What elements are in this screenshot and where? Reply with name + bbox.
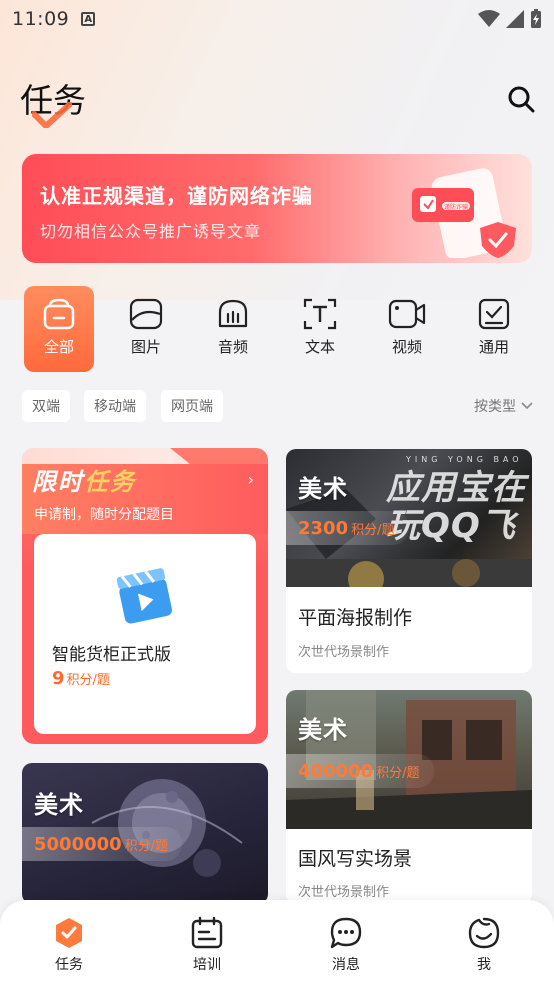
nav-training[interactable]: 培训 [167, 916, 247, 974]
category-video[interactable]: 视频 [372, 286, 442, 372]
audio-icon [218, 299, 248, 328]
points-unit: 积分/题 [376, 765, 420, 781]
poster-overlay-text: 应用宝在 玩QQ飞 [386, 469, 526, 546]
wifi-icon [478, 10, 500, 27]
search-icon[interactable] [506, 84, 536, 114]
category-label: 音频 [217, 338, 248, 356]
nav-label: 任务 [55, 957, 83, 973]
image-icon [129, 298, 163, 330]
task-card[interactable]: 美术 400000 积分/题 国风写实场景 次世代场景制作 [286, 690, 532, 904]
limited-title-a: 限时 [32, 468, 84, 496]
category-image[interactable]: 图片 [111, 286, 181, 372]
points-value: 9 [52, 668, 65, 689]
category-text[interactable]: 文本 [285, 286, 355, 372]
task-thumbnail: 美术 400000 积分/题 [286, 690, 532, 829]
general-icon [478, 298, 510, 330]
signal-icon [506, 10, 524, 28]
category-label: 图片 [130, 338, 161, 356]
category-audio[interactable]: 音频 [198, 286, 268, 372]
points-value: 400000 [298, 760, 374, 782]
training-icon [191, 916, 223, 949]
clapperboard-icon [116, 568, 172, 624]
sort-dropdown[interactable]: 按类型 [474, 396, 534, 416]
banner-subtitle: 切勿相信公众号推广诱导文章 [40, 222, 262, 241]
category-label: 全部 [43, 338, 74, 356]
chip-mobile[interactable]: 移动端 [84, 390, 146, 422]
task-tag: 美术 [298, 475, 348, 503]
category-general[interactable]: 通用 [459, 286, 529, 372]
nav-label: 消息 [332, 957, 360, 973]
task-tag: 美术 [34, 791, 84, 819]
task-points: 5000000 积分/题 [22, 827, 183, 861]
task-tag: 美术 [298, 716, 348, 744]
nav-profile[interactable]: 我 [444, 916, 524, 974]
task-title: 平面海报制作 [298, 607, 413, 629]
status-time: 11:09 [12, 8, 70, 30]
chevron-right-icon[interactable]: › [248, 470, 254, 489]
category-label: 通用 [478, 338, 509, 356]
task-icon [56, 918, 82, 948]
nav-task[interactable]: 任务 [29, 916, 109, 974]
phone-shield-illustration: 谨防诈骗 [412, 168, 516, 258]
points-unit: 积分/题 [351, 522, 395, 538]
limited-task-card[interactable]: 限时任务 › 申请制，随时分配题目 智能货柜正式版 9 积分/题 [22, 448, 268, 744]
limited-item-name: 智能货柜正式版 [52, 645, 171, 665]
title-check-icon [32, 102, 72, 128]
task-points: 2300 积分/题 [286, 511, 409, 545]
a-notification-icon: A [81, 12, 96, 26]
task-points: 400000 积分/题 [286, 754, 434, 788]
category-label: 视频 [391, 338, 422, 356]
points-unit: 积分/题 [66, 673, 110, 688]
task-title: 国风写实场景 [298, 848, 413, 870]
points-unit: 积分/题 [124, 838, 169, 854]
task-thumbnail: YING YONG BAO 应用宝在 玩QQ飞 美术 2300 积分/题 [286, 449, 532, 587]
nav-label: 培训 [193, 957, 221, 973]
video-icon [388, 299, 426, 329]
limited-title-b: 任务 [84, 468, 136, 496]
task-card[interactable]: YING YONG BAO 应用宝在 玩QQ飞 美术 2300 积分/题 平面海… [286, 449, 532, 673]
limited-item[interactable]: 智能货柜正式版 9 积分/题 [34, 534, 256, 734]
chip-dual[interactable]: 双端 [22, 390, 70, 422]
limited-title: 限时任务 [32, 462, 136, 497]
points-value: 2300 [298, 517, 349, 539]
sort-label: 按类型 [474, 399, 516, 415]
profile-icon [468, 917, 500, 949]
nav-label: 我 [477, 957, 491, 973]
status-icons [478, 9, 542, 29]
battery-icon [531, 9, 541, 28]
task-subtitle: 次世代场景制作 [298, 645, 390, 660]
nav-message[interactable]: 消息 [306, 916, 386, 974]
limited-subtitle: 申请制，随时分配题目 [34, 507, 174, 523]
text-icon [303, 298, 337, 330]
chevron-down-icon [521, 402, 533, 410]
limited-item-points: 9 积分/题 [52, 668, 110, 689]
status-bar: 11:09 A [0, 0, 554, 38]
message-icon [330, 917, 362, 949]
banner-title: 认准正规渠道，谨防网络诈骗 [40, 184, 313, 208]
filter-bar: 双端 移动端 网页端 按类型 [22, 390, 534, 422]
category-all[interactable]: 全部 [24, 286, 94, 372]
category-bar: 全部 图片 音频 文本 视频 通用 [22, 286, 534, 372]
task-card[interactable]: 美术 5000000 积分/题 [22, 763, 268, 904]
anti-fraud-banner[interactable]: 认准正规渠道，谨防网络诈骗 切勿相信公众号推广诱导文章 谨防诈骗 [22, 154, 532, 263]
phone-badge-text: 谨防诈骗 [444, 203, 468, 211]
poster-small-text: YING YONG BAO [406, 455, 523, 464]
all-icon [43, 298, 75, 330]
chip-web[interactable]: 网页端 [161, 390, 223, 422]
task-subtitle: 次世代场景制作 [298, 885, 390, 900]
points-value: 5000000 [34, 833, 122, 855]
category-label: 文本 [304, 338, 335, 356]
bottom-nav: 任务 培训 消息 我 [0, 900, 554, 984]
